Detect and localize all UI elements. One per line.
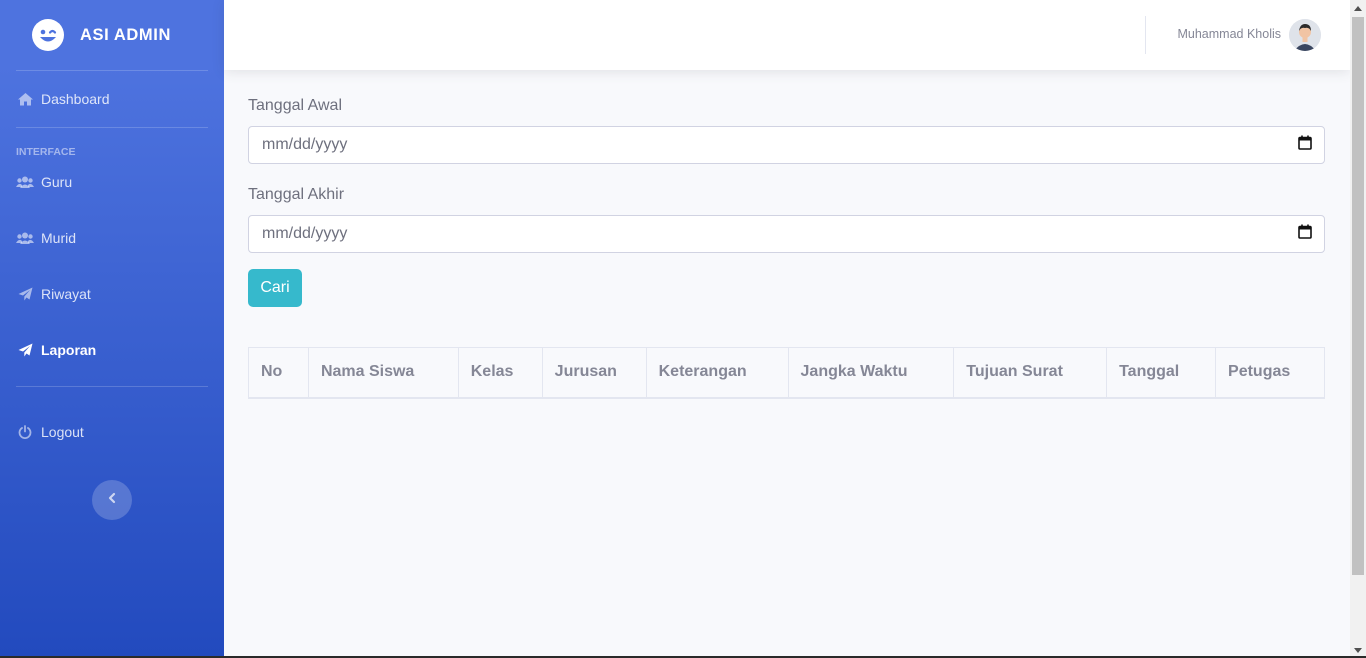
start-date-input[interactable]: mm/dd/yyyy: [248, 126, 1325, 164]
chevron-left-icon: [107, 491, 117, 509]
sidebar-item-label: Dashboard: [41, 91, 110, 107]
sidebar-item-label: Laporan: [41, 342, 97, 358]
column-header-tujuan-surat[interactable]: Tujuan Surat: [953, 347, 1108, 399]
scrollbar-thumb[interactable]: [1352, 17, 1364, 575]
sidebar-item-label: Riwayat: [41, 286, 91, 302]
sidebar-item-riwayat[interactable]: Riwayat: [0, 274, 224, 314]
sidebar-item-label: Guru: [41, 174, 73, 190]
paper-plane-icon: [16, 343, 34, 357]
users-icon: [16, 175, 34, 189]
report-table: No Nama Siswa Kelas Jurusan Keterangan J…: [248, 347, 1325, 399]
start-date-label: Tanggal Awal: [248, 97, 342, 114]
sidebar-item-logout[interactable]: Logout: [0, 387, 224, 477]
sidebar-item-dashboard[interactable]: Dashboard: [0, 71, 224, 127]
laugh-wink-icon: [32, 19, 64, 51]
start-date-value: mm/dd/yyyy: [262, 136, 348, 153]
calendar-icon[interactable]: [1298, 135, 1312, 155]
topbar: Muhammad Kholis: [224, 0, 1350, 70]
column-header-jurusan[interactable]: Jurusan: [541, 347, 647, 399]
sidebar-item-label: Logout: [41, 424, 84, 440]
sidebar-item-murid[interactable]: Murid: [0, 202, 224, 274]
brand[interactable]: ASI ADMIN: [0, 0, 224, 70]
home-icon: [16, 92, 34, 106]
column-header-no[interactable]: No: [248, 347, 309, 399]
column-header-kelas[interactable]: Kelas: [457, 347, 543, 399]
calendar-icon[interactable]: [1298, 224, 1312, 244]
end-date-input[interactable]: mm/dd/yyyy: [248, 215, 1325, 253]
main-content: Tanggal Awal mm/dd/yyyy Tanggal Akhir mm…: [248, 70, 1325, 399]
column-header-jangka-waktu[interactable]: Jangka Waktu: [787, 347, 955, 399]
sidebar-item-laporan[interactable]: Laporan: [0, 314, 224, 386]
column-header-tanggal[interactable]: Tanggal: [1106, 347, 1217, 399]
end-date-label: Tanggal Akhir: [248, 186, 345, 203]
user-avatar-icon[interactable]: [1289, 19, 1321, 51]
sidebar-heading: INTERFACE: [16, 146, 76, 158]
power-icon: [16, 425, 34, 439]
column-header-keterangan[interactable]: Keterangan: [645, 347, 789, 399]
users-icon: [16, 231, 34, 245]
topbar-divider: [1145, 16, 1146, 54]
page-scrollbar[interactable]: [1350, 0, 1366, 658]
sidebar-item-label: Murid: [41, 230, 77, 246]
table-header-row: No Nama Siswa Kelas Jurusan Keterangan J…: [248, 347, 1325, 399]
sidebar-item-guru[interactable]: Guru: [0, 162, 224, 202]
search-button[interactable]: Cari: [248, 269, 302, 307]
column-header-petugas[interactable]: Petugas: [1215, 347, 1325, 399]
sidebar-toggle-button[interactable]: [92, 480, 132, 520]
brand-title: ASI ADMIN: [80, 25, 171, 44]
sidebar: ASI ADMIN Dashboard INTERFACE Guru Murid…: [0, 0, 224, 658]
end-date-value: mm/dd/yyyy: [262, 225, 348, 242]
scroll-up-arrow-icon[interactable]: [1350, 0, 1366, 16]
column-header-nama-siswa[interactable]: Nama Siswa: [307, 347, 459, 399]
paper-plane-icon: [16, 287, 34, 301]
user-name[interactable]: Muhammad Kholis: [1177, 27, 1281, 41]
